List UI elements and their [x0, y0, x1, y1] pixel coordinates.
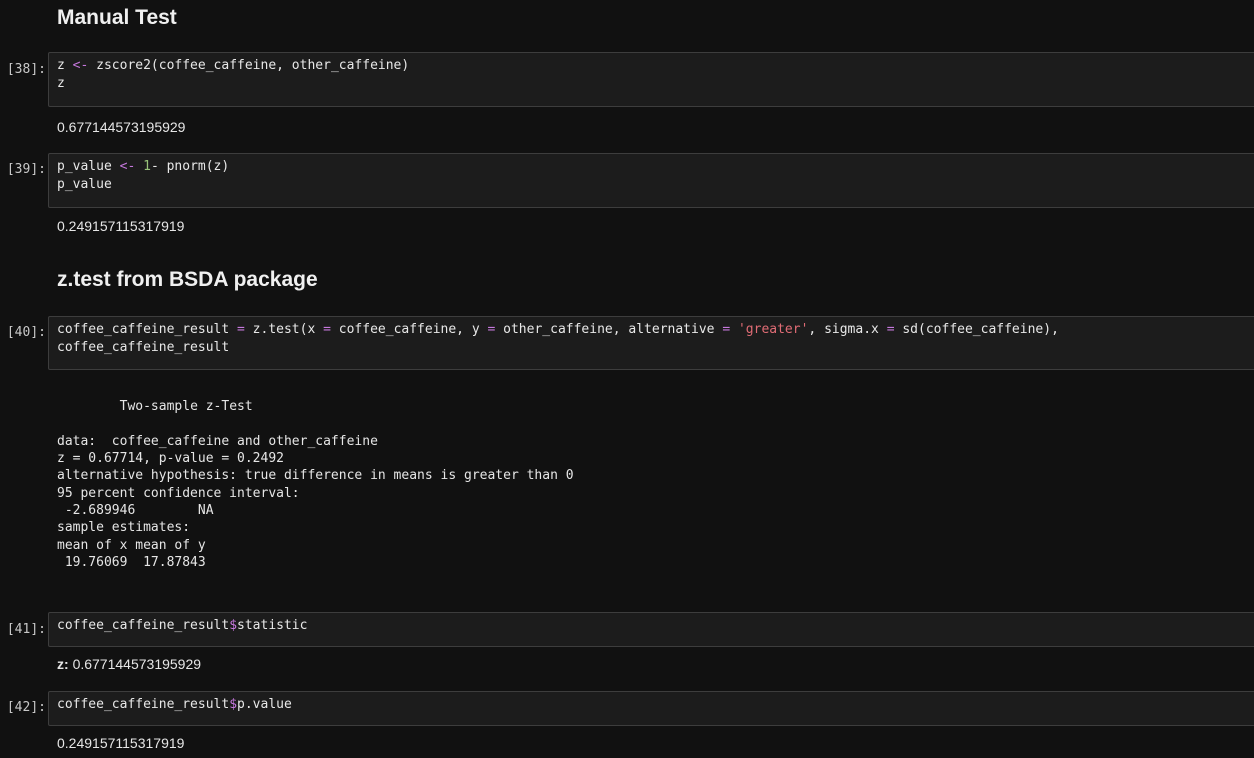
code-token: =	[886, 322, 895, 337]
code-token: - pnorm(z)	[150, 159, 230, 174]
code-cell-41[interactable]: coffee_caffeine_result$statistic	[48, 612, 1254, 647]
code-token: $	[229, 618, 238, 633]
code-token: coffee_caffeine_result	[57, 340, 230, 355]
code-token: sd(coffee_caffeine),	[894, 322, 1059, 337]
code-token: coffee_caffeine_result	[57, 618, 230, 633]
code-token: coffee_caffeine_result	[57, 697, 230, 712]
code-token: p_value	[57, 177, 112, 192]
code-token: 'greater'	[737, 322, 809, 337]
code-token: zscore2(coffee_caffeine, other_caffeine)	[88, 58, 410, 73]
code-cell-42[interactable]: coffee_caffeine_result$p.value	[48, 691, 1254, 726]
code-token: $	[229, 697, 238, 712]
cell-output-38: 0.677144573195929	[57, 119, 186, 135]
code-token: <-	[119, 159, 136, 174]
code-line: coffee_caffeine_result$statistic	[57, 617, 1254, 635]
code-token: , sigma.x	[808, 322, 887, 337]
code-token: p_value	[57, 159, 120, 174]
code-cell-39[interactable]: p_value <- 1- pnorm(z) p_value	[48, 153, 1254, 208]
code-cell-38[interactable]: z <- zscore2(coffee_caffeine, other_caff…	[48, 52, 1254, 107]
code-line: p_value <- 1- pnorm(z)	[57, 158, 1254, 176]
code-token: coffee_caffeine, y	[330, 322, 488, 337]
cell-output-41: z: 0.677144573195929	[57, 656, 201, 672]
cell-output-39: 0.249157115317919	[57, 218, 185, 234]
code-cell-40[interactable]: coffee_caffeine_result = z.test(x = coff…	[48, 316, 1254, 370]
section-heading-manual-test: Manual Test	[57, 6, 177, 29]
output-value: 0.677144573195929	[72, 656, 202, 672]
code-token: =	[237, 322, 245, 337]
output-label: z:	[57, 656, 69, 672]
cell-prompt-41: [41]:	[6, 622, 46, 637]
code-line: z	[57, 75, 1254, 93]
code-token: statistic	[237, 618, 308, 633]
cell-output-40: Two-sample z-Test data: coffee_caffeine …	[57, 399, 574, 570]
cell-prompt-38: [38]:	[6, 62, 46, 77]
code-token: z	[57, 76, 65, 91]
code-line: z <- zscore2(coffee_caffeine, other_caff…	[57, 57, 1254, 75]
code-token: <-	[72, 58, 89, 73]
code-token: z	[57, 58, 73, 73]
code-token: p.value	[237, 697, 292, 712]
code-token: =	[722, 322, 731, 337]
section-heading-ztest: z.test from BSDA package	[57, 268, 318, 291]
code-token: =	[323, 322, 331, 337]
code-line: coffee_caffeine_result = z.test(x = coff…	[57, 321, 1254, 339]
code-line: coffee_caffeine_result	[57, 339, 1254, 357]
cell-prompt-40: [40]:	[6, 325, 46, 340]
cell-prompt-39: [39]:	[6, 162, 46, 177]
code-token: coffee_caffeine_result	[57, 322, 238, 337]
code-token: 1	[143, 159, 151, 174]
code-line: coffee_caffeine_result$p.value	[57, 696, 1254, 714]
cell-output-42: 0.249157115317919	[57, 735, 185, 751]
code-token: other_caffeine, alternative	[495, 322, 723, 337]
cell-prompt-42: [42]:	[6, 700, 46, 715]
code-token: z.test(x	[244, 322, 324, 337]
code-line: p_value	[57, 176, 1254, 194]
